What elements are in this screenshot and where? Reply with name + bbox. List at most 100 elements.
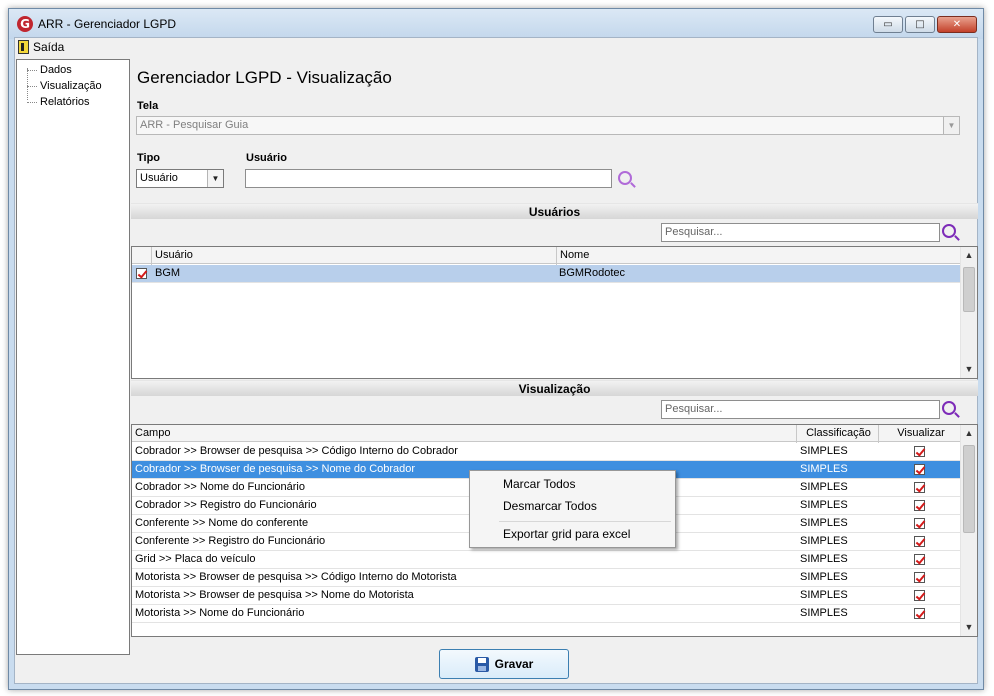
campo-cell: Cobrador >> Nome do Funcionário <box>135 481 305 493</box>
classificacao-cell: SIMPLES <box>800 607 848 619</box>
view-column-visualizar[interactable]: Visualizar <box>879 425 961 443</box>
scroll-down-icon[interactable]: ▼ <box>961 361 977 378</box>
table-row[interactable]: Motorista >> Browser de pesquisa >> Códi… <box>132 569 961 587</box>
view-grid-header: Campo Classificação Visualizar <box>132 425 961 443</box>
navigation-tree: Dados Visualização Relatórios <box>16 59 130 655</box>
user-name: BGMRodotec <box>559 267 626 279</box>
campo-cell: Grid >> Placa do veículo <box>135 553 256 565</box>
context-menu-marcar-todos[interactable]: Marcar Todos <box>503 477 575 491</box>
app-logo-icon: G <box>17 16 33 32</box>
visualizar-checkbox[interactable] <box>914 518 925 529</box>
scroll-thumb[interactable] <box>963 267 975 312</box>
usuario-label: Usuário <box>246 152 287 164</box>
table-row[interactable]: Cobrador >> Browser de pesquisa >> Códig… <box>132 443 961 461</box>
tela-label: Tela <box>137 100 159 112</box>
exit-door-icon <box>18 40 29 54</box>
visualizar-checkbox[interactable] <box>914 446 925 457</box>
visualizar-checkbox[interactable] <box>914 590 925 601</box>
tipo-label: Tipo <box>137 152 161 164</box>
maximize-button[interactable]: □ <box>905 16 935 33</box>
classificacao-cell: SIMPLES <box>800 445 848 457</box>
app-window: G ARR - Gerenciador LGPD ▭ □ ✕ Saída Dad… <box>8 8 984 690</box>
users-grid: Usuário Nome BGM BGMRodotec ▲ ▼ <box>131 246 978 379</box>
minimize-icon: ▭ <box>883 19 893 30</box>
chevron-down-icon: ▼ <box>943 117 959 134</box>
campo-cell: Cobrador >> Browser de pesquisa >> Códig… <box>135 445 458 457</box>
users-column-nome[interactable]: Nome <box>557 247 961 265</box>
user-code: BGM <box>155 267 181 279</box>
users-select-column-header <box>132 247 152 265</box>
floppy-disk-icon <box>474 656 489 672</box>
row-checkbox[interactable] <box>136 268 147 279</box>
users-search-input[interactable]: Pesquisar... <box>661 223 940 242</box>
usuario-input[interactable] <box>245 169 612 188</box>
window-title: ARR - Gerenciador LGPD <box>38 17 177 31</box>
users-search-icon[interactable] <box>942 224 956 238</box>
visualizar-checkbox[interactable] <box>914 554 925 565</box>
context-menu-desmarcar-todos[interactable]: Desmarcar Todos <box>503 499 597 513</box>
classificacao-cell: SIMPLES <box>800 553 848 565</box>
classificacao-cell: SIMPLES <box>800 517 848 529</box>
visualizar-checkbox[interactable] <box>914 608 925 619</box>
users-column-usuario[interactable]: Usuário <box>152 247 557 265</box>
table-row[interactable]: Grid >> Placa do veículo SIMPLES <box>132 551 961 569</box>
context-menu-separator <box>499 521 671 522</box>
tela-select-value: ARR - Pesquisar Guia <box>140 119 249 131</box>
classificacao-cell: SIMPLES <box>800 535 848 547</box>
tipo-select[interactable]: Usuário ▼ <box>136 169 224 188</box>
save-button[interactable]: Gravar <box>439 649 569 679</box>
search-icon[interactable] <box>618 171 632 185</box>
context-menu: Marcar Todos Desmarcar Todos Exportar gr… <box>469 470 676 548</box>
classificacao-cell: SIMPLES <box>800 571 848 583</box>
tree-item-dados[interactable]: Dados <box>26 64 72 76</box>
tree-item-relatorios[interactable]: Relatórios <box>26 96 90 108</box>
campo-cell: Cobrador >> Registro do Funcionário <box>135 499 317 511</box>
menu-exit-label: Saída <box>33 40 65 54</box>
minimize-button[interactable]: ▭ <box>873 16 903 33</box>
visualizar-checkbox[interactable] <box>914 464 925 475</box>
scroll-thumb[interactable] <box>963 445 975 533</box>
tree-item-visualizacao[interactable]: Visualização <box>26 80 102 92</box>
view-section-header: Visualização <box>131 380 978 396</box>
tela-select[interactable]: ARR - Pesquisar Guia ▼ <box>136 116 960 135</box>
maximize-icon: □ <box>915 19 925 30</box>
client-area: Saída Dados Visualização Relatórios Gere… <box>14 37 978 684</box>
view-column-classificacao[interactable]: Classificação <box>797 425 879 443</box>
users-grid-header: Usuário Nome <box>132 247 961 265</box>
classificacao-cell: SIMPLES <box>800 481 848 493</box>
classificacao-cell: SIMPLES <box>800 499 848 511</box>
menu-exit[interactable]: Saída <box>18 40 64 54</box>
table-row[interactable]: BGM BGMRodotec <box>132 265 961 283</box>
save-button-label: Gravar <box>494 657 534 671</box>
classificacao-cell: SIMPLES <box>800 589 848 601</box>
users-section-header: Usuários <box>131 203 978 219</box>
view-column-campo[interactable]: Campo <box>132 425 797 443</box>
chevron-down-icon: ▼ <box>207 170 223 187</box>
scroll-down-icon[interactable]: ▼ <box>961 619 977 636</box>
visualizar-checkbox[interactable] <box>914 536 925 547</box>
tipo-select-value: Usuário <box>140 172 178 184</box>
campo-cell: Conferente >> Nome do conferente <box>135 517 309 529</box>
campo-cell: Motorista >> Nome do Funcionário <box>135 607 305 619</box>
title-bar[interactable]: G ARR - Gerenciador LGPD ▭ □ ✕ <box>9 9 983 39</box>
visualizar-checkbox[interactable] <box>914 572 925 583</box>
menu-bar: Saída <box>15 38 977 58</box>
users-grid-scrollbar[interactable]: ▲ ▼ <box>960 247 977 378</box>
visualizar-checkbox[interactable] <box>914 482 925 493</box>
campo-cell: Cobrador >> Browser de pesquisa >> Nome … <box>135 463 416 475</box>
page-title: Gerenciador LGPD - Visualização <box>137 68 392 87</box>
view-grid-scrollbar[interactable]: ▲ ▼ <box>960 425 977 636</box>
classificacao-cell: SIMPLES <box>800 463 848 475</box>
scroll-up-icon[interactable]: ▲ <box>961 247 977 264</box>
scroll-up-icon[interactable]: ▲ <box>961 425 977 442</box>
view-search-input[interactable]: Pesquisar... <box>661 400 940 419</box>
close-button[interactable]: ✕ <box>937 16 977 33</box>
context-menu-exportar-excel[interactable]: Exportar grid para excel <box>503 527 630 541</box>
close-icon: ✕ <box>952 19 962 30</box>
visualizar-checkbox[interactable] <box>914 500 925 511</box>
table-row[interactable]: Motorista >> Nome do Funcionário SIMPLES <box>132 605 961 623</box>
table-row[interactable]: Motorista >> Browser de pesquisa >> Nome… <box>132 587 961 605</box>
campo-cell: Conferente >> Registro do Funcionário <box>135 535 326 547</box>
campo-cell: Motorista >> Browser de pesquisa >> Nome… <box>135 589 414 601</box>
view-search-icon[interactable] <box>942 401 956 415</box>
